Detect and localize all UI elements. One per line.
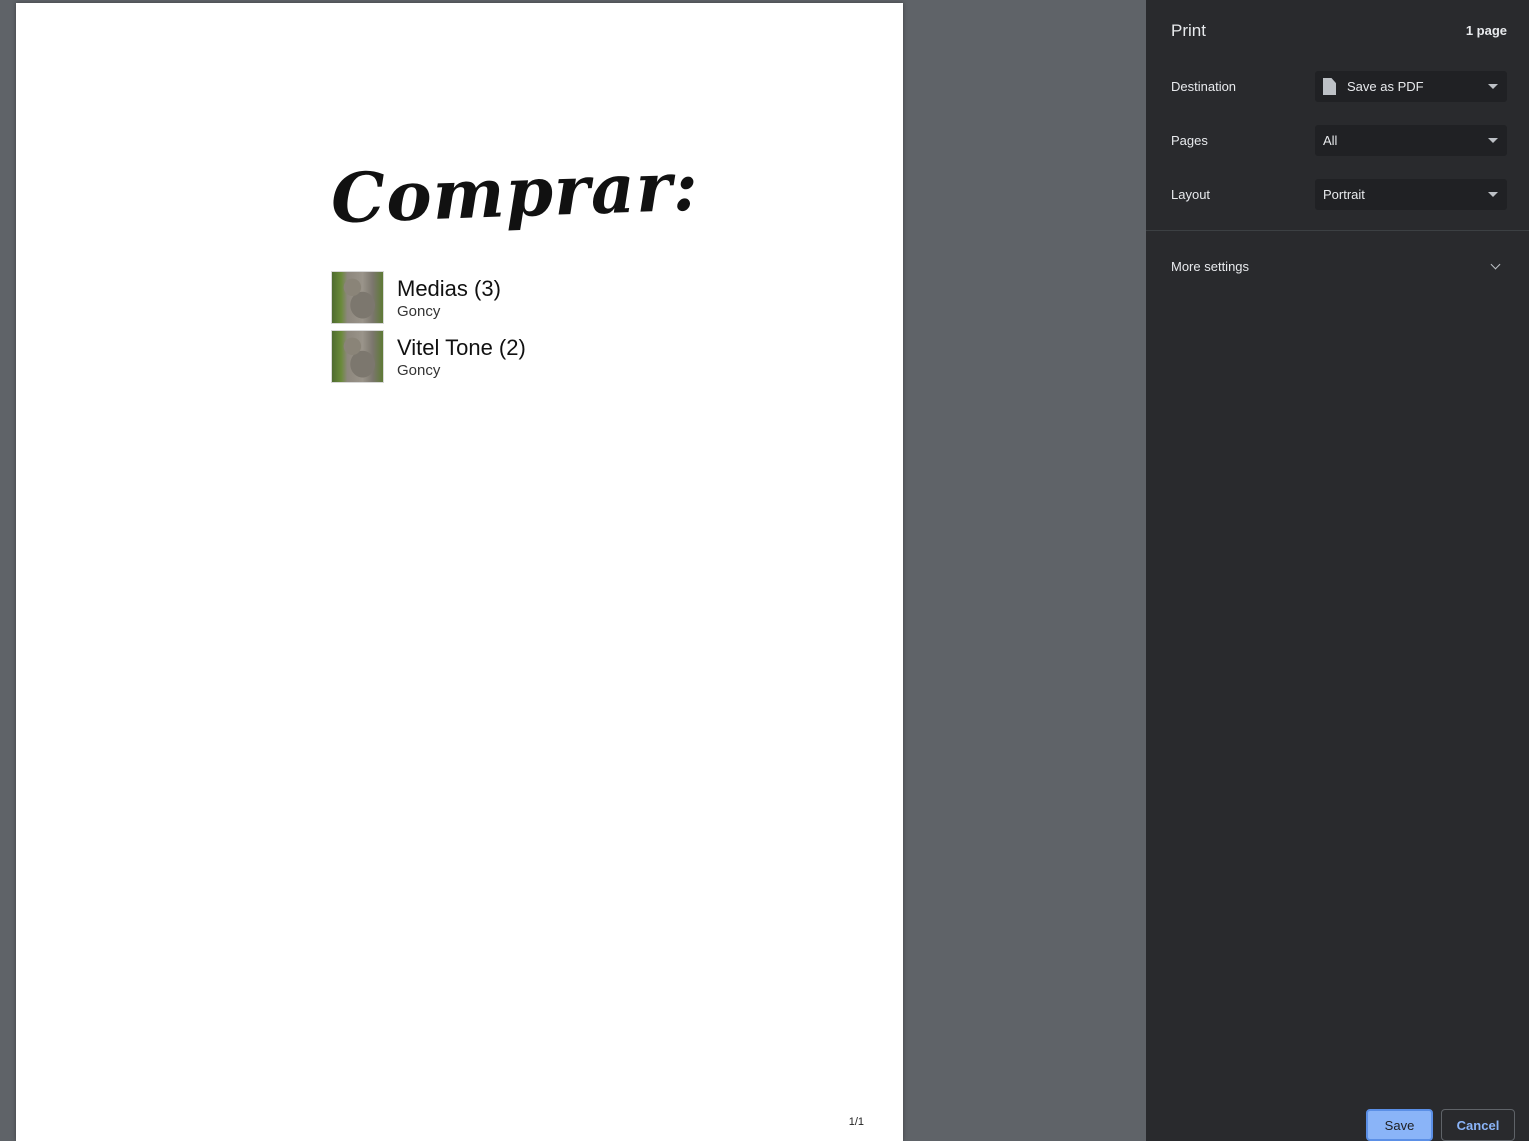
destination-value: Save as PDF	[1347, 79, 1424, 94]
preview-page: Comprar: Medias (3) Goncy Vitel Tone (2)…	[16, 3, 903, 1141]
item-thumbnail	[331, 271, 384, 324]
item-thumbnail	[331, 330, 384, 383]
destination-label: Destination	[1171, 79, 1237, 94]
document-title: Comprar:	[329, 146, 701, 240]
dropdown-arrow-icon	[1488, 192, 1498, 197]
file-icon	[1323, 78, 1336, 95]
more-settings-label: More settings	[1171, 259, 1250, 274]
print-settings-panel: Print 1 page Destination Save as PDF Pag…	[1146, 0, 1529, 1141]
item-name: Vitel Tone (2)	[397, 335, 526, 360]
layout-select[interactable]: Portrait	[1315, 179, 1507, 210]
chevron-down-icon	[1490, 259, 1501, 270]
page-number: 1/1	[848, 1116, 864, 1128]
save-button[interactable]: Save	[1366, 1109, 1433, 1141]
item-subtitle: Goncy	[397, 303, 441, 320]
list-item: Vitel Tone (2) Goncy	[331, 330, 631, 384]
cancel-button[interactable]: Cancel	[1441, 1109, 1515, 1141]
destination-select[interactable]: Save as PDF	[1315, 71, 1507, 102]
item-name: Medias (3)	[397, 276, 501, 301]
panel-title: Print	[1171, 21, 1206, 40]
page-count: 1 page	[1465, 23, 1507, 38]
layout-value: Portrait	[1323, 187, 1365, 202]
pages-select[interactable]: All	[1315, 125, 1507, 156]
divider	[1146, 230, 1529, 231]
more-settings-toggle[interactable]: More settings	[1146, 248, 1529, 284]
list-item: Medias (3) Goncy	[331, 271, 631, 325]
pages-label: Pages	[1171, 133, 1208, 148]
item-subtitle: Goncy	[397, 362, 441, 379]
print-preview-area: Comprar: Medias (3) Goncy Vitel Tone (2)…	[0, 0, 1146, 1141]
pages-value: All	[1323, 133, 1338, 148]
dropdown-arrow-icon	[1488, 138, 1498, 143]
dropdown-arrow-icon	[1488, 84, 1498, 89]
layout-label: Layout	[1171, 187, 1211, 202]
